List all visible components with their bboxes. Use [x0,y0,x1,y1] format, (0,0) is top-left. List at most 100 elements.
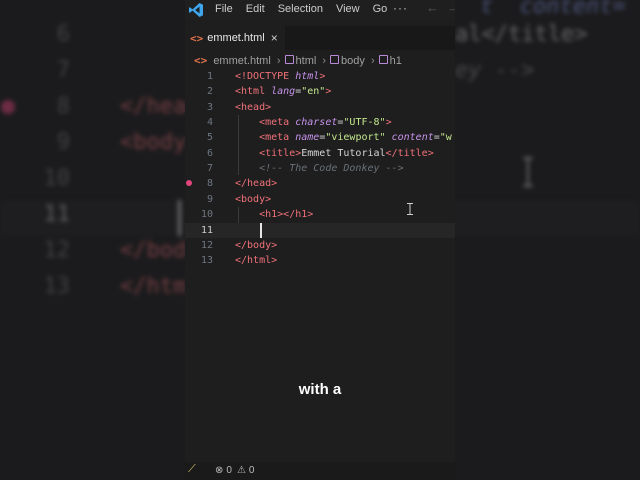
code-token: > [319,71,326,82]
bg-line-number: 7 [56,58,70,83]
menu-go[interactable]: Go [373,3,388,15]
code-line[interactable]: 3 <head> [185,100,455,115]
code-token: "en" [301,86,326,98]
code-text: </body> [235,238,277,253]
code-line[interactable]: 10 <h1></h1> [185,207,455,222]
code-token: <html [235,86,272,98]
chevron-right-icon: › [276,55,281,67]
code-token: <h1></h1> [259,209,314,221]
code-line[interactable]: 13 </html> [185,253,455,268]
code-token: <head> [235,101,272,113]
menu-selection[interactable]: Selection [278,3,323,15]
code-token: </head> [235,178,278,190]
code-text: <title>Emmet Tutorial</title> [235,146,434,161]
code-token: Emmet Tutorial [301,147,386,159]
tab-bar: <> emmet.html × [185,26,455,50]
code-line[interactable]: 7 <!-- The Code Donkey --> [185,161,455,176]
code-text [235,223,259,238]
html-file-icon: <> [190,31,204,45]
breadcrumb-item-file[interactable]: emmet.html [213,55,270,67]
title-bar: File Edit Selection View Go ··· ← → [185,0,455,20]
line-number: 7 [206,163,213,175]
line-number: 6 [206,147,213,159]
breadcrumb-item-html[interactable]: html [296,55,317,67]
symbol-element-icon [284,55,294,64]
code-token: "w [439,132,452,144]
bg-cursor [178,200,181,236]
code-line[interactable]: 11 [185,222,455,238]
problems-indicator[interactable]: ⊗ 0 ⚠ 0 [215,465,254,476]
forward-arrow-icon[interactable]: → [447,0,455,15]
code-line[interactable]: 12 </body> [185,238,455,253]
code-editor[interactable]: 1 <!DOCTYPE html> 2 <html lang="en"> 3 <head>… [185,69,455,459]
code-line[interactable]: 4 <meta charset="UTF-8"> [185,115,455,130]
code-line[interactable]: 5 <meta name="viewport" content="w [185,130,455,145]
code-token: <body> [235,193,272,205]
breadcrumb-item-h1[interactable]: h1 [390,55,402,67]
menu-view[interactable]: View [336,3,360,15]
bg-breakpoint-dot [1,100,15,114]
vscode-logo-icon [189,3,203,17]
code-token: name [295,132,320,144]
code-token: "viewport" [325,132,386,144]
tab-label: emmet.html [207,32,265,44]
back-arrow-icon[interactable]: ← [426,0,439,15]
code-text: <meta charset="UTF-8"> [235,115,392,130]
code-line[interactable]: 2 <html lang="en"> [185,84,455,99]
code-token: > [325,86,332,98]
code-token: <!DOCTYPE [235,71,296,82]
html-file-icon: <> [194,54,208,67]
remote-icon[interactable]: ⟋ [188,463,196,476]
warning-icon: ⚠ [236,465,246,476]
menu-file[interactable]: File [215,3,233,15]
breadcrumb-item-body[interactable]: body [341,55,365,67]
tab-emmet-html[interactable]: <> emmet.html × [185,26,285,50]
code-line[interactable]: 9 <body> [185,192,455,207]
code-line[interactable]: 1 <!DOCTYPE html> [185,69,455,84]
menu-bar: File Edit Selection View Go [215,3,400,15]
chevron-right-icon: › [370,55,375,67]
code-token: </html> [235,255,278,267]
code-token: <meta [259,132,296,144]
code-text: <head> [235,100,271,115]
code-token: content [391,132,434,144]
symbol-element-icon [378,55,388,64]
code-token: </body> [235,239,278,251]
right-background [455,0,640,480]
warning-count: 0 [248,465,255,476]
line-number: 13 [200,255,213,267]
more-menu-button[interactable]: ··· [393,1,408,15]
code-line[interactable]: 8 </head> [185,176,455,191]
line-number: 10 [200,209,213,221]
code-token: <title> [259,147,302,159]
symbol-element-icon [330,55,340,64]
line-number: 5 [206,132,213,144]
code-text: <!DOCTYPE html> [235,69,325,84]
close-icon[interactable]: × [271,31,278,45]
error-count: 0 [226,465,232,476]
editor-window: File Edit Selection View Go ··· ← → <> e… [185,0,455,480]
code-text: </html> [235,253,277,268]
bg-line-number: 6 [56,22,70,47]
code-token: > [385,117,392,129]
code-token: html [295,71,320,82]
menu-edit[interactable]: Edit [246,3,265,15]
code-token: <!-- The Code Donkey --> [259,163,404,175]
video-caption: with a [298,381,342,398]
code-line[interactable]: 6 <title>Emmet Tutorial</title> [185,146,455,161]
bg-line-number: 11 [43,202,71,227]
line-number: 2 [206,86,213,98]
status-bar: ⟋ ⊗ 0 ⚠ 0 [185,462,455,480]
breadcrumb: <> emmet.html › html › body › h1 [185,54,402,68]
code-text: <meta name="viewport" content="w [235,130,452,145]
code-token: lang [271,86,296,98]
line-number: 4 [206,117,213,129]
text-caret [260,222,262,238]
line-number: 8 [206,178,213,190]
line-number: 1 [206,71,213,82]
